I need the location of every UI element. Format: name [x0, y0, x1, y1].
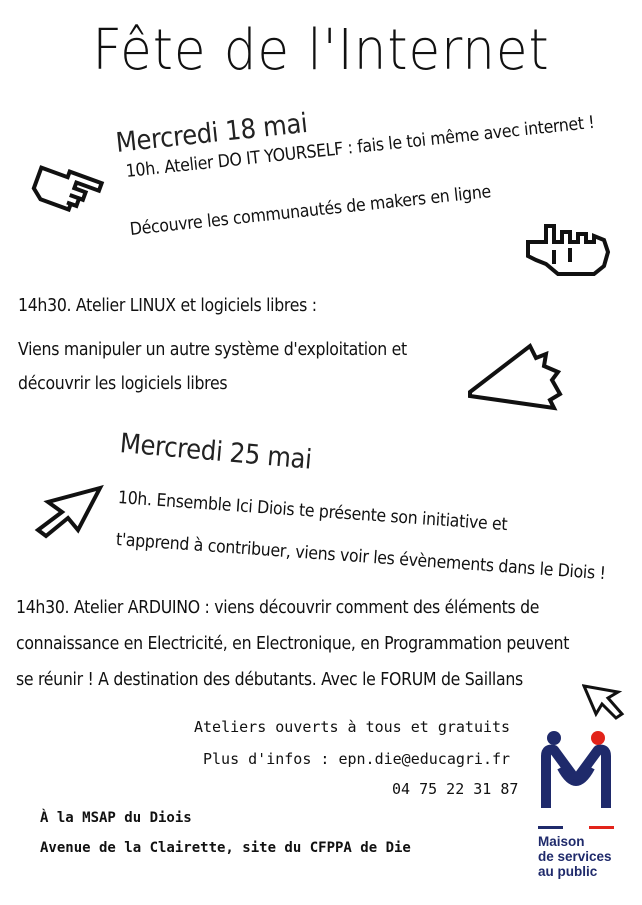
- event2-date: Mercredi 25 mai: [118, 428, 313, 476]
- cursor-arrow-icon: [466, 342, 584, 412]
- logo-line3: au public: [538, 864, 598, 879]
- event2b-line2: connaissance en Electricité, en Electron…: [16, 634, 570, 654]
- page-title: Fête de l'Internet: [92, 18, 550, 83]
- pointing-hand-icon: [28, 156, 108, 220]
- venue-line2: Avenue de la Clairette, site du CFPPA de…: [40, 840, 411, 856]
- logo-line1: Maison: [538, 834, 585, 849]
- event2b-line3: se réunir ! A destination des débutants.…: [16, 670, 523, 690]
- cursor-arrow-icon: [34, 484, 104, 540]
- venue-line1: À la MSAP du Diois: [40, 810, 192, 826]
- info-more: Plus d'infos : epn.die@educagri.fr: [203, 750, 511, 768]
- event2-line2: t'apprend à contribuer, viens voir les é…: [115, 530, 607, 585]
- info-phone: 04 75 22 31 87: [392, 780, 519, 798]
- cursor-arrow-icon: [582, 682, 626, 722]
- logo-line2: de services: [538, 849, 612, 864]
- pointing-hand-icon: [522, 212, 614, 282]
- event1b-line1: 14h30. Atelier LINUX et logiciels libres…: [18, 296, 317, 316]
- event2-line1: 10h. Ensemble Ici Diois te présente son …: [117, 488, 508, 536]
- event1b-line2: Viens manipuler un autre système d'explo…: [18, 340, 407, 360]
- event2b-line1: 14h30. Atelier ARDUINO : viens découvrir…: [16, 598, 540, 618]
- msap-logo-icon: [538, 728, 614, 818]
- event1-line2: Découvre les communautés de makers en li…: [128, 182, 492, 240]
- logo-flag-stripe: [538, 826, 614, 829]
- info-open: Ateliers ouverts à tous et gratuits: [194, 718, 511, 736]
- event1b-line3: découvrir les logiciels libres: [18, 374, 228, 394]
